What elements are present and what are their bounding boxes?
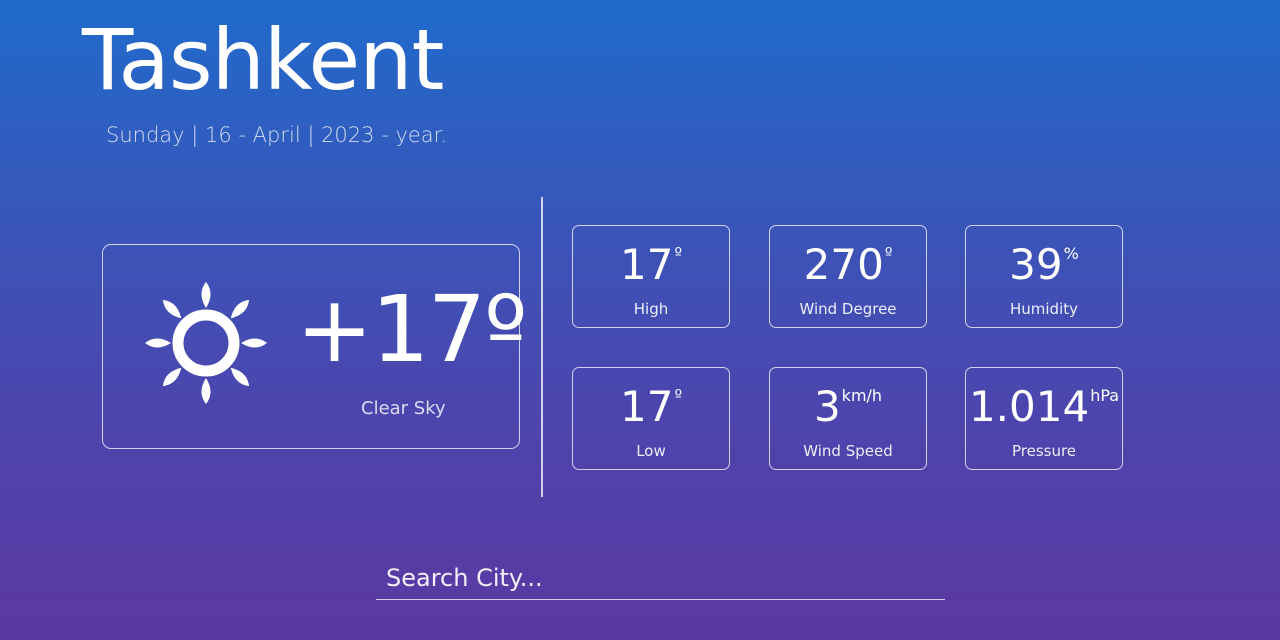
search-city-input[interactable] — [376, 556, 945, 600]
stat-unit: º — [884, 244, 893, 263]
stat-label: Humidity — [1009, 300, 1078, 318]
stat-unit: º — [674, 244, 682, 263]
stat-tile-wind-speed: 3km/h Wind Speed — [769, 367, 927, 470]
sun-icon — [145, 282, 267, 404]
stat-value: 3km/h — [813, 382, 883, 431]
stat-tile-humidity: 39% Humidity — [965, 225, 1123, 328]
stat-tile-low: 17º Low — [572, 367, 730, 470]
stat-value: 17º — [620, 240, 682, 289]
stat-value: 39% — [1009, 240, 1079, 289]
current-temperature: +17º — [296, 276, 528, 383]
stat-label: Wind Speed — [803, 442, 893, 460]
stat-unit: hPa — [1090, 386, 1120, 405]
weather-condition: Clear Sky — [361, 398, 446, 419]
stat-tile-wind-degree: 270º Wind Degree — [769, 225, 927, 328]
stat-tile-pressure: 1.014hPa Pressure — [965, 367, 1123, 470]
vertical-divider — [541, 197, 543, 497]
stat-label: Wind Degree — [799, 300, 897, 318]
city-name: Tashkent — [82, 11, 444, 109]
current-date: Sunday | 16 - April | 2023 - year. — [106, 123, 448, 147]
stat-value: 270º — [803, 240, 893, 289]
stat-tile-high: 17º High — [572, 225, 730, 328]
stat-value: 17º — [620, 382, 682, 431]
stat-label: Low — [636, 442, 666, 460]
stat-label: High — [633, 300, 669, 318]
stat-value: 1.014hPa — [968, 382, 1120, 431]
stat-unit: % — [1063, 244, 1079, 263]
stat-unit: º — [674, 386, 682, 405]
stat-unit: km/h — [841, 386, 883, 405]
stat-label: Pressure — [1011, 442, 1077, 460]
